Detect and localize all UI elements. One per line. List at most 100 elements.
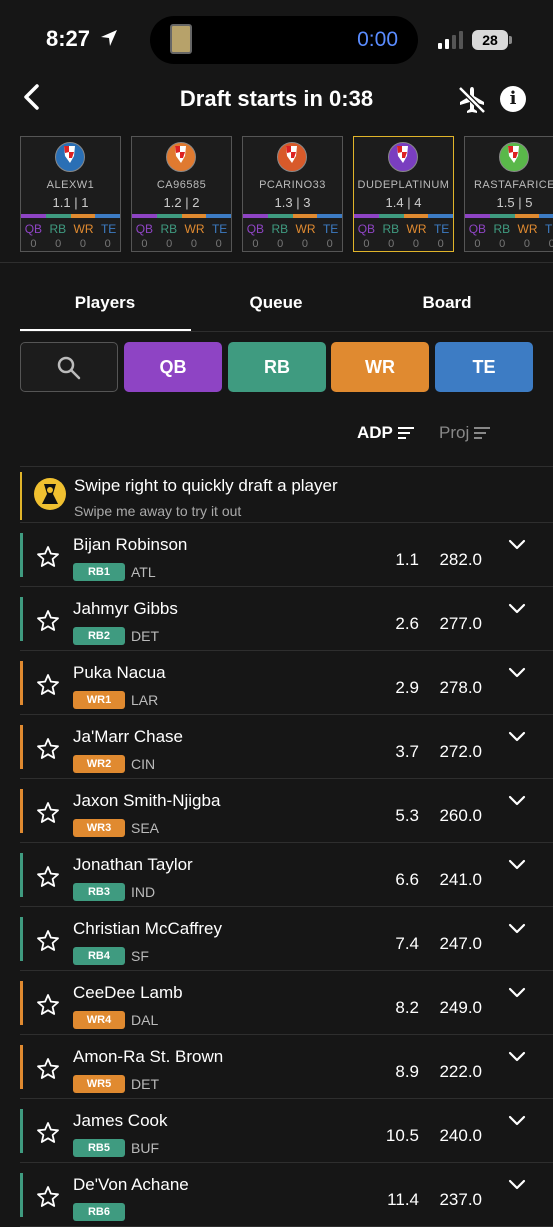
player-row[interactable]: De'Von Achane RB6 11.4 237.0: [20, 1163, 553, 1227]
player-team: LAR: [131, 692, 159, 708]
position-label: TE: [211, 222, 228, 236]
tab-queue[interactable]: Queue: [191, 293, 361, 313]
player-adp: 1.1: [395, 550, 419, 569]
chevron-down-icon[interactable]: [508, 539, 526, 551]
player-row[interactable]: Christian McCaffrey RB4 SF 7.4 247.0: [20, 907, 553, 971]
star-icon[interactable]: [36, 1121, 60, 1145]
drafter-pick: 1.1 | 1: [52, 195, 89, 210]
position-color-bar: [243, 214, 342, 218]
position-rank-badge: RB1: [73, 563, 125, 581]
player-team: DET: [131, 628, 159, 644]
player-adp: 7.4: [395, 934, 419, 953]
player-row[interactable]: CeeDee Lamb WR4 DAL 8.2 249.0: [20, 971, 553, 1035]
player-projection: 241.0: [439, 870, 482, 889]
sort-lines-icon: [398, 427, 414, 439]
dynamic-island[interactable]: 0:00: [150, 16, 418, 64]
player-name: De'Von Achane: [73, 1175, 189, 1194]
player-adp: 10.5: [385, 1126, 419, 1145]
search-button[interactable]: [20, 342, 118, 392]
position-count: 0: [301, 238, 308, 250]
player-row[interactable]: Jaxon Smith-Njigba WR3 SEA 5.3 260.0: [20, 779, 553, 843]
player-projection: 240.0: [439, 1126, 482, 1145]
chevron-down-icon[interactable]: [508, 923, 526, 935]
player-row[interactable]: Ja'Marr Chase WR2 CIN 3.7 272.0: [20, 715, 553, 779]
divider: [20, 331, 553, 332]
chevron-down-icon[interactable]: [508, 859, 526, 871]
player-row[interactable]: Jahmyr Gibbs RB2 DET 2.6 277.0: [20, 587, 553, 651]
position-label: RB: [493, 222, 511, 236]
app-thumbnail-icon: [170, 24, 192, 54]
player-projection: 272.0: [439, 742, 482, 761]
star-icon[interactable]: [36, 1185, 60, 1209]
position-rank-badge: WR2: [73, 755, 125, 773]
filter-rb-button[interactable]: RB: [228, 342, 326, 392]
player-row[interactable]: Bijan Robinson RB1 ATL 1.1 282.0: [20, 523, 553, 587]
star-icon[interactable]: [36, 865, 60, 889]
position-label: TE: [433, 222, 450, 236]
chevron-down-icon[interactable]: [508, 667, 526, 679]
filter-wr-button[interactable]: WR: [331, 342, 429, 392]
position-color-bar: [132, 214, 231, 218]
position-counts: 0 0 0 0: [354, 238, 453, 250]
chevron-down-icon[interactable]: [508, 795, 526, 807]
player-name: Ja'Marr Chase: [73, 727, 184, 746]
position-count: 0: [388, 238, 395, 250]
player-name: Christian McCaffrey: [73, 919, 222, 938]
player-name: Amon-Ra St. Brown: [73, 1047, 224, 1066]
filter-qb-button[interactable]: QB: [124, 342, 222, 392]
chevron-down-icon[interactable]: [508, 1179, 526, 1191]
star-icon[interactable]: [36, 545, 60, 569]
position-indicator: [20, 789, 23, 833]
star-icon[interactable]: [36, 609, 60, 633]
position-labels: QB RB WR TE: [465, 222, 553, 236]
position-indicator: [20, 1173, 23, 1217]
position-indicator: [20, 533, 23, 577]
player-row[interactable]: Puka Nacua WR1 LAR 2.9 278.0: [20, 651, 553, 715]
sort-proj[interactable]: Proj: [439, 423, 469, 443]
star-icon[interactable]: [36, 993, 60, 1017]
chevron-down-icon[interactable]: [508, 731, 526, 743]
position-indicator: [20, 661, 23, 705]
status-time: 8:27: [46, 26, 91, 51]
position-counts: 0 0 0 0: [465, 238, 553, 250]
player-projection: 247.0: [439, 934, 482, 953]
star-icon[interactable]: [36, 1057, 60, 1081]
info-icon[interactable]: i: [500, 86, 526, 112]
position-count: 0: [326, 238, 333, 250]
position-count: 0: [104, 238, 111, 250]
position-color-bar: [21, 214, 120, 218]
drafter-card[interactable]: CA96585 1.2 | 2 QB RB WR TE 0 0 0 0: [131, 136, 232, 252]
player-team: SEA: [131, 820, 160, 836]
star-icon[interactable]: [36, 929, 60, 953]
position-label: TE: [544, 222, 553, 236]
position-count: 0: [141, 238, 148, 250]
drafter-card[interactable]: DUDEPLATINUM 1.4 | 4 QB RB WR TE 0 0 0 0: [353, 136, 454, 252]
cellular-signal-icon: [438, 31, 463, 49]
position-indicator: [20, 981, 23, 1025]
chevron-down-icon[interactable]: [508, 1115, 526, 1127]
drafter-card[interactable]: ALEXW1 1.1 | 1 QB RB WR TE 0 0 0 0: [20, 136, 121, 252]
drafter-card[interactable]: RASTAFARICE 1.5 | 5 QB RB WR TE 0 0 0 0: [464, 136, 553, 252]
swipe-hint-card[interactable]: Swipe right to quickly draft a player Sw…: [20, 472, 553, 520]
tab-players[interactable]: Players: [20, 293, 190, 313]
player-name: Puka Nacua: [73, 663, 166, 682]
star-icon[interactable]: [36, 737, 60, 761]
drafter-card[interactable]: PCARINO33 1.3 | 3 QB RB WR TE 0 0 0 0: [242, 136, 343, 252]
chevron-down-icon[interactable]: [508, 603, 526, 615]
drafter-name: PCARINO33: [259, 179, 326, 191]
player-projection: 260.0: [439, 806, 482, 825]
position-indicator: [20, 917, 23, 961]
player-row[interactable]: James Cook RB5 BUF 10.5 240.0: [20, 1099, 553, 1163]
chevron-down-icon[interactable]: [508, 987, 526, 999]
filter-te-button[interactable]: TE: [435, 342, 533, 392]
tab-board[interactable]: Board: [362, 293, 532, 313]
player-row[interactable]: Amon-Ra St. Brown WR5 DET 8.9 222.0: [20, 1035, 553, 1099]
sort-adp[interactable]: ADP: [357, 423, 393, 443]
chevron-down-icon[interactable]: [508, 1051, 526, 1063]
player-adp: 6.6: [395, 870, 419, 889]
player-row[interactable]: Jonathan Taylor RB3 IND 6.6 241.0: [20, 843, 553, 907]
star-icon[interactable]: [36, 801, 60, 825]
airplane-off-icon[interactable]: [456, 84, 488, 116]
star-icon[interactable]: [36, 673, 60, 697]
drafter-name: ALEXW1: [46, 179, 95, 191]
